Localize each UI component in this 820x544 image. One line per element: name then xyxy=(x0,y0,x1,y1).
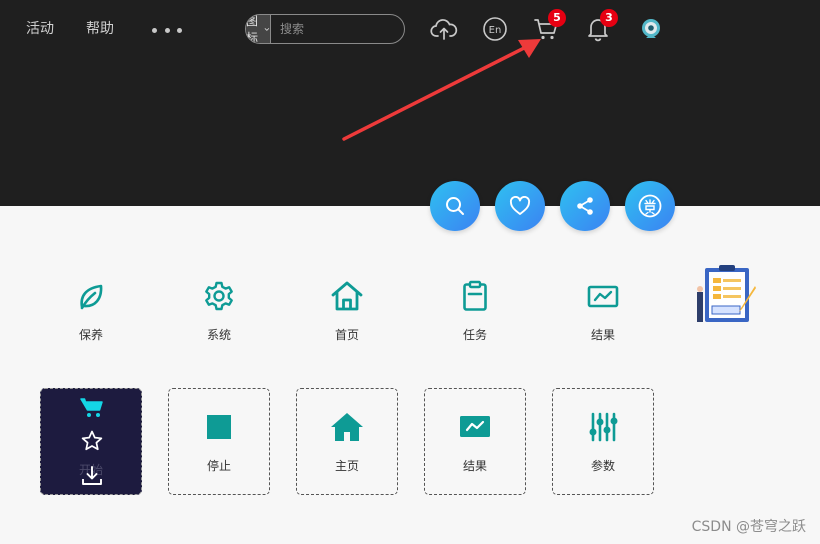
svg-text:En: En xyxy=(489,25,502,36)
grid-label: 系统 xyxy=(206,328,231,342)
star-icon[interactable] xyxy=(79,428,105,454)
grid-item-result-2[interactable]: 结果 xyxy=(424,388,526,495)
grid-label: 参数 xyxy=(590,459,615,473)
search-icon xyxy=(446,197,464,215)
heart-icon xyxy=(509,196,531,215)
grid-label: 首页 xyxy=(334,328,359,342)
chart-icon xyxy=(586,272,620,312)
grid-item-task[interactable]: 任务 xyxy=(425,262,525,362)
clipboard-illustration xyxy=(697,265,756,322)
grid-item-system[interactable]: 系统 xyxy=(169,262,269,362)
grid-item-home[interactable]: 首页 xyxy=(297,262,397,362)
top-bar: 活动 帮助 图标 En 5 3 xyxy=(0,0,820,206)
reward-action-button[interactable] xyxy=(625,181,675,231)
grid-item-main[interactable]: 主页 xyxy=(296,388,398,495)
grid-item-result[interactable]: 结果 xyxy=(553,262,653,362)
language-en-icon[interactable]: En xyxy=(480,14,510,44)
grid-label: 保养 xyxy=(78,328,103,342)
bell-icon[interactable]: 3 xyxy=(583,9,618,44)
share-icon xyxy=(577,197,593,215)
favorite-action-button[interactable] xyxy=(495,181,545,231)
grid-item-params[interactable]: 参数 xyxy=(552,388,654,495)
reward-icon xyxy=(638,194,662,218)
nav-link-help[interactable]: 帮助 xyxy=(86,20,114,38)
notification-count-badge: 3 xyxy=(600,9,618,27)
grid-item-start[interactable]: 开始 xyxy=(40,388,142,495)
nav-link-activities[interactable]: 活动 xyxy=(26,20,54,38)
grid-label: 结果 xyxy=(590,328,615,342)
watermark: CSDN @苍穹之跃 xyxy=(691,519,806,535)
avatar-icon[interactable] xyxy=(636,14,666,44)
search-input[interactable] xyxy=(271,15,404,43)
gear-icon xyxy=(203,272,235,312)
share-action-button[interactable] xyxy=(560,181,610,231)
cart-count-badge: 5 xyxy=(548,9,566,27)
download-icon[interactable] xyxy=(79,463,105,489)
home-icon xyxy=(330,272,364,312)
search-action-button[interactable] xyxy=(430,181,480,231)
search-bar: 图标 xyxy=(245,14,405,44)
grid-label: 任务 xyxy=(462,328,487,342)
grid-label: 主页 xyxy=(334,459,359,473)
home-solid-icon xyxy=(330,411,364,443)
chart-solid-icon xyxy=(459,411,491,443)
more-icon[interactable] xyxy=(152,28,182,34)
sliders-icon xyxy=(587,411,619,443)
search-type-select[interactable]: 图标 xyxy=(246,14,272,44)
cart-icon[interactable] xyxy=(79,395,105,421)
chevron-down-icon xyxy=(264,27,270,31)
cart-icon[interactable]: 5 xyxy=(531,9,566,44)
upload-cloud-icon[interactable] xyxy=(429,14,459,44)
clipboard-icon xyxy=(461,272,489,312)
search-type-label: 图标 xyxy=(246,14,259,44)
stop-icon xyxy=(206,411,232,443)
grid-item-maintenance[interactable]: 保养 xyxy=(41,262,141,362)
grid-label: 停止 xyxy=(206,459,231,473)
leaf-icon xyxy=(76,272,106,312)
grid-label: 结果 xyxy=(462,459,487,473)
grid-item-stop[interactable]: 停止 xyxy=(168,388,270,495)
